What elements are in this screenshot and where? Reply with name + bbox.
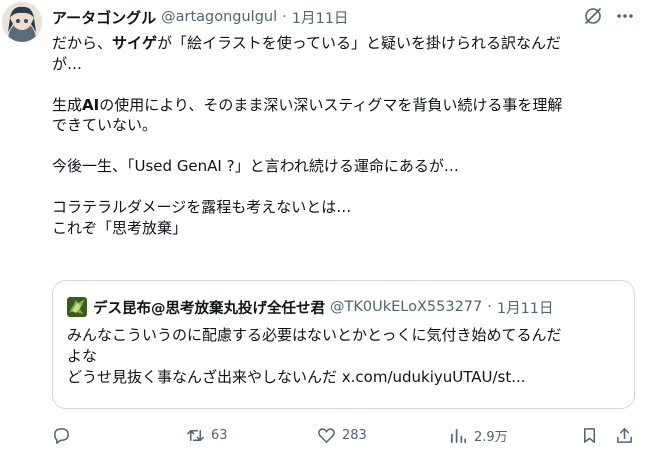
tweet-header: アータゴングル @artagongulgul · 1月11日 [52,6,348,28]
quoted-handle: @TK0UkELoX553277 [330,299,483,315]
quoted-tweet[interactable]: デス昆布@思考放棄丸投げ全任せ君 @TK0UkELoX553277 · 1月11… [52,280,635,409]
tweet-date[interactable]: 1月11日 [292,7,349,28]
views-button[interactable]: 2.9万 [449,424,508,446]
quoted-date: 1月11日 [496,300,554,317]
body-line: できていない。 [52,116,158,134]
avatar[interactable] [2,2,42,42]
quoted-tweet-header: デス昆布@思考放棄丸投げ全任せ君 @TK0UkELoX553277 · 1月11… [67,297,554,317]
like-icon [318,427,335,443]
body-line: が… [52,54,83,73]
like-button[interactable]: 283 [317,424,367,446]
body-line: これぞ「思考放棄」 [52,218,188,237]
share-icon [617,427,632,443]
quoted-link[interactable]: x.com/udukiyuUTAU/st... [342,368,526,386]
body-line: だから、サイゲが「絵イラストを使っている」と疑いを掛けられる訳なんだ [52,34,561,52]
reply-button[interactable] [52,424,71,446]
quoted-line: よな [67,347,98,365]
quoted-line: みんなこういうのに配慮する必要はないとかとっくに気付き始めてるんだ [67,326,562,344]
bookmark-icon [583,427,596,443]
handle[interactable]: @artagongulgul [161,9,277,25]
retweet-button[interactable]: 63 [186,424,228,446]
quoted-tweet-body: みんなこういうのに配慮する必要はないとかとっくに気付き始めてるんだ よな どうせ… [67,325,627,388]
quoted-display-name: デス昆布@思考放棄丸投げ全任せ君 [93,300,325,317]
separator: · [487,299,492,315]
display-name[interactable]: アータゴングル [52,7,156,28]
action-bar: 63 283 2.9万 [52,424,642,446]
reply-icon [54,427,69,444]
share-button[interactable] [615,424,634,446]
more-icon[interactable] [614,6,636,26]
body-line: 生成AIの使用により、そのまま深い深いスティグマを背負い続ける事を理解 [52,95,563,114]
body-line: コラテラルダメージを露程も考えないとは… [52,198,352,216]
body-line: 今後一生、「Used GenAI ?」と言われ続ける運命にあるが… [52,157,459,175]
views-icon [450,428,467,443]
quoted-avatar [67,297,87,317]
grok-icon[interactable] [583,6,603,26]
retweet-count: 63 [211,427,228,443]
bookmark-button[interactable] [580,424,599,446]
tweet: アータゴングル @artagongulgul · 1月11日 だから、サイゲが「… [0,0,663,463]
separator: · [282,9,287,25]
like-count: 283 [342,427,367,443]
quoted-line: どうせ見抜く事なんざ出来やしないんだ x.com/udukiyuUTAU/st.… [67,368,526,386]
view-count: 2.9万 [474,429,508,445]
retweet-icon [187,429,204,441]
tweet-body: だから、サイゲが「絵イラストを使っている」と疑いを掛けられる訳なんだ が… 生成… [52,33,642,238]
